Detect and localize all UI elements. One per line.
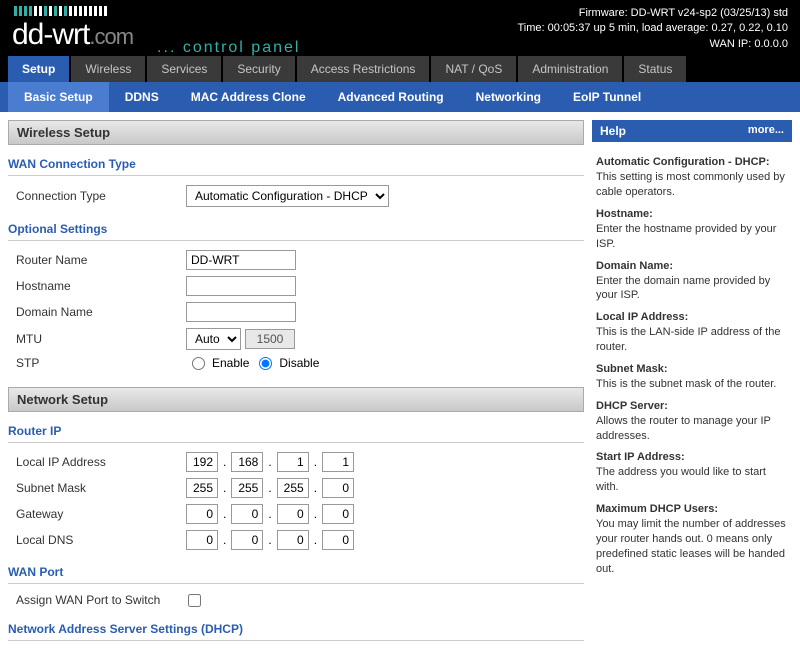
connection-type-label: Connection Type <box>16 189 186 203</box>
stp-disable-radio[interactable] <box>259 357 272 370</box>
connection-type-select[interactable]: Automatic Configuration - DHCP <box>186 185 389 207</box>
control-panel-label: ... control panel <box>157 39 300 56</box>
header: dd-wrt.com... control panel Firmware: DD… <box>0 0 800 52</box>
wan-port-header: WAN Port <box>8 561 584 584</box>
subnet-oct2[interactable] <box>231 478 263 498</box>
help-panel: Help more... Automatic Configuration - D… <box>592 120 792 647</box>
mtu-mode-select[interactable]: Auto <box>186 328 241 350</box>
wireless-setup-header: Wireless Setup <box>8 120 584 145</box>
sub-tabs: Basic Setup DDNS MAC Address Clone Advan… <box>0 82 800 112</box>
router-ip-header: Router IP <box>8 420 584 443</box>
help-item-desc: This is the subnet mask of the router. <box>596 377 788 392</box>
tab-services[interactable]: Services <box>147 56 221 82</box>
stp-enable-radio[interactable] <box>192 357 205 370</box>
dhcp-header: Network Address Server Settings (DHCP) <box>8 618 584 641</box>
stp-label: STP <box>16 356 186 370</box>
subtab-basic-setup[interactable]: Basic Setup <box>8 82 109 112</box>
local-ip-oct3[interactable] <box>277 452 309 472</box>
local-dns-oct2[interactable] <box>231 530 263 550</box>
help-item-title: Automatic Configuration - DHCP: <box>596 156 788 168</box>
subnet-oct3[interactable] <box>277 478 309 498</box>
status-info: Firmware: DD-WRT v24-sp2 (03/25/13) std … <box>518 6 789 52</box>
tab-nat-qos[interactable]: NAT / QoS <box>431 56 516 82</box>
domain-name-input[interactable] <box>186 302 296 322</box>
help-item-title: Maximum DHCP Users: <box>596 503 788 515</box>
gateway-oct3[interactable] <box>277 504 309 524</box>
subtab-mac-clone[interactable]: MAC Address Clone <box>175 82 322 112</box>
help-item-desc: This setting is most commonly used by ca… <box>596 170 788 200</box>
local-dns-oct4[interactable] <box>322 530 354 550</box>
subtab-networking[interactable]: Networking <box>460 82 557 112</box>
subnet-oct1[interactable] <box>186 478 218 498</box>
help-item-desc: Allows the router to manage your IP addr… <box>596 414 788 444</box>
gateway-oct4[interactable] <box>322 504 354 524</box>
domain-name-label: Domain Name <box>16 305 186 319</box>
logo: dd-wrt.com... control panel <box>12 6 300 52</box>
gateway-oct2[interactable] <box>231 504 263 524</box>
main-panel: Wireless Setup WAN Connection Type Conne… <box>8 120 584 647</box>
mtu-value-input <box>245 329 295 349</box>
help-item-desc: This is the LAN-side IP address of the r… <box>596 325 788 355</box>
hostname-label: Hostname <box>16 279 186 293</box>
local-dns-oct1[interactable] <box>186 530 218 550</box>
disable-label: Disable <box>279 356 319 370</box>
help-title: Help <box>600 124 626 138</box>
help-more-link[interactable]: more... <box>748 124 784 138</box>
subnet-label: Subnet Mask <box>16 481 186 495</box>
router-name-label: Router Name <box>16 253 186 267</box>
subtab-ddns[interactable]: DDNS <box>109 82 175 112</box>
help-item-desc: Enter the domain name provided by your I… <box>596 274 788 304</box>
local-ip-oct2[interactable] <box>231 452 263 472</box>
mtu-label: MTU <box>16 332 186 346</box>
wan-connection-type-header: WAN Connection Type <box>8 153 584 176</box>
help-item-desc: The address you would like to start with… <box>596 465 788 495</box>
gateway-label: Gateway <box>16 507 186 521</box>
local-ip-label: Local IP Address <box>16 455 186 469</box>
tab-administration[interactable]: Administration <box>518 56 622 82</box>
help-item-title: DHCP Server: <box>596 400 788 412</box>
help-item-title: Start IP Address: <box>596 451 788 463</box>
optional-settings-header: Optional Settings <box>8 218 584 241</box>
main-tabs: Setup Wireless Services Security Access … <box>0 56 800 82</box>
help-item-title: Subnet Mask: <box>596 363 788 375</box>
router-name-input[interactable] <box>186 250 296 270</box>
help-item-title: Domain Name: <box>596 260 788 272</box>
assign-wan-label: Assign WAN Port to Switch <box>16 593 186 607</box>
hostname-input[interactable] <box>186 276 296 296</box>
local-dns-oct3[interactable] <box>277 530 309 550</box>
help-item-desc: You may limit the number of addresses yo… <box>596 517 788 576</box>
firmware-text: Firmware: DD-WRT v24-sp2 (03/25/13) std <box>518 6 789 21</box>
local-ip-oct4[interactable] <box>322 452 354 472</box>
help-item-title: Local IP Address: <box>596 311 788 323</box>
subnet-oct4[interactable] <box>322 478 354 498</box>
tab-wireless[interactable]: Wireless <box>71 56 145 82</box>
tab-status[interactable]: Status <box>624 56 686 82</box>
subtab-adv-routing[interactable]: Advanced Routing <box>322 82 460 112</box>
subtab-eoip[interactable]: EoIP Tunnel <box>557 82 657 112</box>
enable-label: Enable <box>212 356 249 370</box>
time-text: Time: 00:05:37 up 5 min, load average: 0… <box>518 21 789 36</box>
local-dns-label: Local DNS <box>16 533 186 547</box>
assign-wan-checkbox[interactable] <box>188 594 201 607</box>
tab-security[interactable]: Security <box>223 56 294 82</box>
local-ip-oct1[interactable] <box>186 452 218 472</box>
gateway-oct1[interactable] <box>186 504 218 524</box>
network-setup-header: Network Setup <box>8 387 584 412</box>
tab-setup[interactable]: Setup <box>8 56 69 82</box>
wan-ip-text: WAN IP: 0.0.0.0 <box>518 37 789 52</box>
help-item-title: Hostname: <box>596 208 788 220</box>
tab-access-restrictions[interactable]: Access Restrictions <box>297 56 430 82</box>
help-item-desc: Enter the hostname provided by your ISP. <box>596 222 788 252</box>
